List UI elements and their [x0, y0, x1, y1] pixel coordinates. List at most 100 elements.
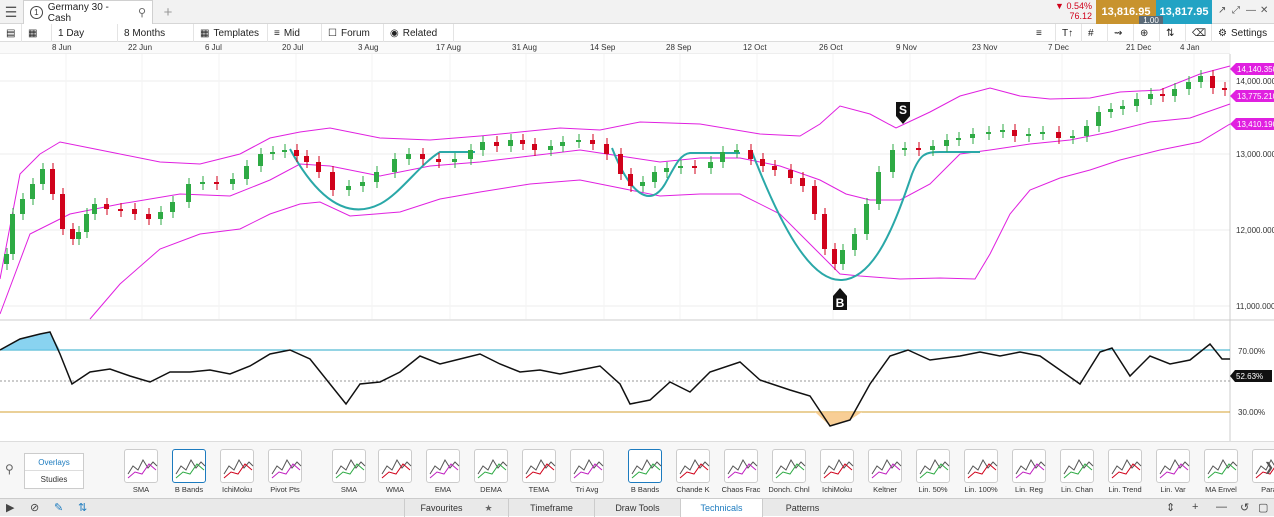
share-icon[interactable]: ⇅ — [78, 501, 87, 514]
indicator-thumbnail — [820, 449, 854, 483]
indicator-lin-trend[interactable]: Lin. Trend — [1102, 449, 1148, 494]
footer-tab-favourites[interactable]: Favourites ★ — [404, 499, 508, 517]
add-tab-button[interactable]: + — [158, 0, 178, 24]
indicator-panel: ⚲ Overlays Studies SMA B Bands IchiMoku Piv… — [0, 441, 1274, 498]
candle-body — [146, 214, 151, 219]
text-size-icon[interactable]: T↑ — [1056, 24, 1082, 42]
candle-body — [1056, 132, 1061, 138]
date-label: 31 Aug — [512, 43, 537, 52]
indicator-thumbnail — [332, 449, 366, 483]
interval-select[interactable]: 1 Day — [52, 24, 118, 42]
date-label: 23 Nov — [972, 43, 998, 52]
price-axis-label: 11,000.000 — [1236, 302, 1274, 311]
indicator-chande-k[interactable]: Chande K — [670, 449, 716, 494]
home-icon[interactable]: ▶ — [6, 501, 14, 514]
indicator-b-bands[interactable]: B Bands — [166, 449, 212, 494]
date-label: 22 Jun — [128, 43, 153, 52]
pencil-icon[interactable]: ✎ — [54, 501, 63, 514]
indicator-ichimoku[interactable]: IchiMoku — [214, 449, 260, 494]
resize-icon[interactable]: ⇕ — [1166, 501, 1175, 514]
candle-body — [92, 204, 97, 214]
date-label: 17 Aug — [436, 43, 461, 52]
cup-pattern-curve — [289, 148, 475, 211]
studies-tab[interactable]: Studies — [25, 471, 83, 488]
layout-icon[interactable]: ▦ — [22, 24, 52, 42]
indicator-label: MA Envel — [1205, 485, 1237, 494]
list-icon[interactable]: ▤ — [0, 24, 22, 42]
indicator-pivot-pts[interactable]: Pivot Pts — [262, 449, 308, 494]
range-select[interactable]: 8 Months — [118, 24, 194, 42]
scroll-right-icon[interactable]: ❯ — [1264, 460, 1274, 474]
indicator-dema[interactable]: DEMA — [468, 449, 514, 494]
candle-body — [604, 144, 609, 154]
close-icon[interactable]: ✕ — [1260, 5, 1268, 16]
fullscreen-icon[interactable]: ▢ — [1258, 501, 1268, 514]
candle-body — [652, 172, 657, 182]
indicator-lin-var[interactable]: Lin. Var — [1150, 449, 1196, 494]
expand-icon[interactable]: ⤢ — [1232, 5, 1240, 16]
block-icon[interactable]: ⊘ — [30, 501, 39, 514]
buy-button[interactable]: 13,817.95 — [1156, 0, 1212, 24]
indicator-sma[interactable]: SMA — [326, 449, 372, 494]
chart-type-icon[interactable]: ⇅ — [1160, 24, 1186, 42]
instrument-tab[interactable]: 1 Germany 30 - Cash ⚲ — [23, 0, 153, 24]
related-button[interactable]: ◉ Related — [384, 24, 454, 42]
grid-icon[interactable]: # — [1082, 24, 1108, 42]
indicator-thumbnail — [916, 449, 950, 483]
indicator-thumbnail — [1108, 449, 1142, 483]
candle-body — [748, 150, 753, 159]
forum-button[interactable]: ☐ Forum — [322, 24, 384, 42]
candle-body — [420, 154, 425, 159]
star-icon[interactable]: ★ — [484, 503, 492, 514]
indicator-tri-avg[interactable]: Tri Avg — [564, 449, 610, 494]
candle-body — [244, 166, 249, 179]
align-icon[interactable]: ≡ — [1030, 24, 1056, 42]
menu-icon[interactable]: ☰ — [0, 0, 22, 24]
indicator-lin-chan[interactable]: Lin. Chan — [1054, 449, 1100, 494]
candle-body — [10, 214, 15, 254]
candle-body — [576, 140, 581, 142]
templates-icon: ▦ — [200, 27, 210, 39]
indicator-lin-50-[interactable]: Lin. 50% — [910, 449, 956, 494]
indicator-ema[interactable]: EMA — [420, 449, 466, 494]
zoom-in-icon[interactable]: + — [1192, 501, 1198, 513]
candle-body — [270, 152, 275, 154]
search-icon[interactable]: ⚲ — [138, 6, 146, 19]
popout-icon[interactable]: ↗ — [1218, 5, 1226, 16]
indicator-keltner[interactable]: Keltner — [862, 449, 908, 494]
candle-body — [158, 212, 163, 219]
crosshair-icon[interactable]: ⊕ — [1134, 24, 1160, 42]
indicator-donch-chnl[interactable]: Donch. Chnl — [766, 449, 812, 494]
indicator-tema[interactable]: TEMA — [516, 449, 562, 494]
search-icon[interactable]: ⚲ — [5, 462, 14, 476]
indicator-chaos-frac[interactable]: Chaos Frac — [718, 449, 764, 494]
settings-button[interactable]: ⚙ Settings — [1212, 24, 1274, 42]
footer-tab-patterns[interactable]: Patterns — [762, 499, 842, 517]
indicator-thumbnail — [1012, 449, 1046, 483]
indicator-sma[interactable]: SMA — [118, 449, 164, 494]
zoom-icon[interactable]: ⇝ — [1108, 24, 1134, 42]
candle-body — [930, 146, 935, 150]
minimize-icon[interactable]: — — [1246, 5, 1256, 16]
indicator-b-bands[interactable]: B Bands — [622, 449, 668, 494]
candle-body — [852, 234, 857, 250]
date-label: 7 Dec — [1048, 43, 1069, 52]
reset-icon[interactable]: ↺ — [1240, 501, 1249, 514]
eraser-icon[interactable]: ⌫ — [1186, 24, 1212, 42]
indicator-ichimoku[interactable]: IchiMoku — [814, 449, 860, 494]
indicator-lin-reg[interactable]: Lin. Reg — [1006, 449, 1052, 494]
footer-tab-timeframe[interactable]: Timeframe — [508, 499, 594, 517]
candle-body — [104, 204, 109, 209]
indicator-wma[interactable]: WMA — [372, 449, 418, 494]
zoom-out-icon[interactable]: — — [1216, 501, 1227, 513]
indicator-thumbnail — [1204, 449, 1238, 483]
footer-tab-draw-tools[interactable]: Draw Tools — [594, 499, 680, 517]
footer-tab-technicals[interactable]: Technicals — [680, 499, 762, 517]
overlays-tab[interactable]: Overlays — [25, 454, 83, 471]
price-type-button[interactable]: ≡ Mid — [268, 24, 322, 42]
indicator-lin-100-[interactable]: Lin. 100% — [958, 449, 1004, 494]
indicator-ma-envel[interactable]: MA Envel — [1198, 449, 1244, 494]
chart-area[interactable]: S B 14,000.000 13,000.000 12,000.000 11,000.0… — [0, 54, 1274, 441]
gear-icon: ⚙ — [1218, 27, 1227, 39]
templates-button[interactable]: ▦ Templates — [194, 24, 268, 42]
